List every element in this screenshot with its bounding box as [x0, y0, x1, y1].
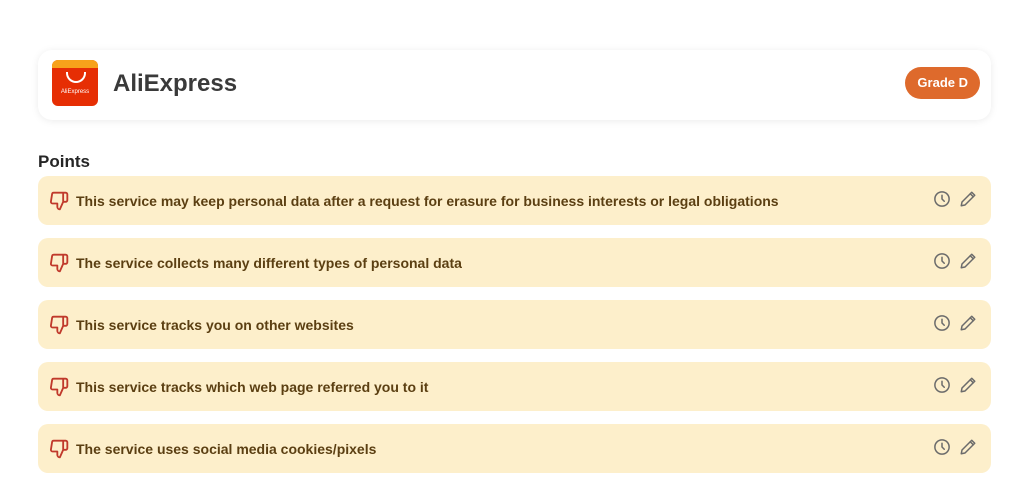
point-item[interactable]: This service tracks which web page refer…	[38, 362, 991, 411]
edit-pencil-icon[interactable]	[959, 438, 977, 456]
point-text: The service uses social media cookies/pi…	[76, 441, 377, 457]
thumbs-down-icon	[50, 191, 69, 211]
point-item[interactable]: This service tracks you on other website…	[38, 300, 991, 349]
point-text: This service tracks you on other website…	[76, 317, 354, 333]
point-text: The service collects many different type…	[76, 255, 462, 271]
thumbs-down-icon	[50, 315, 69, 335]
edit-pencil-icon[interactable]	[959, 314, 977, 332]
service-name: AliExpress	[113, 70, 238, 97]
edit-pencil-icon[interactable]	[959, 190, 977, 208]
history-icon[interactable]	[933, 438, 951, 456]
edit-pencil-icon[interactable]	[959, 376, 977, 394]
aliexpress-logo: AliExpress	[52, 60, 98, 106]
history-icon[interactable]	[933, 376, 951, 394]
points-list: This service may keep personal data afte…	[38, 176, 991, 478]
point-text: This service may keep personal data afte…	[76, 193, 779, 209]
page: AliExpress AliExpress Grade D Points Thi…	[0, 0, 1024, 478]
thumbs-down-icon	[50, 253, 69, 273]
thumbs-down-icon	[50, 439, 69, 459]
point-item[interactable]: The service collects many different type…	[38, 238, 991, 287]
logo-text: AliExpress	[60, 89, 90, 95]
point-text: This service tracks which web page refer…	[76, 379, 429, 395]
grade-badge: Grade D	[905, 67, 980, 99]
point-item[interactable]: The service uses social media cookies/pi…	[38, 424, 991, 473]
edit-pencil-icon[interactable]	[959, 252, 977, 270]
thumbs-down-icon	[50, 377, 69, 397]
history-icon[interactable]	[933, 314, 951, 332]
history-icon[interactable]	[933, 190, 951, 208]
history-icon[interactable]	[933, 252, 951, 270]
service-header-card: AliExpress AliExpress Grade D	[38, 50, 991, 120]
points-heading: Points	[38, 152, 90, 171]
point-item[interactable]: This service may keep personal data afte…	[38, 176, 991, 225]
